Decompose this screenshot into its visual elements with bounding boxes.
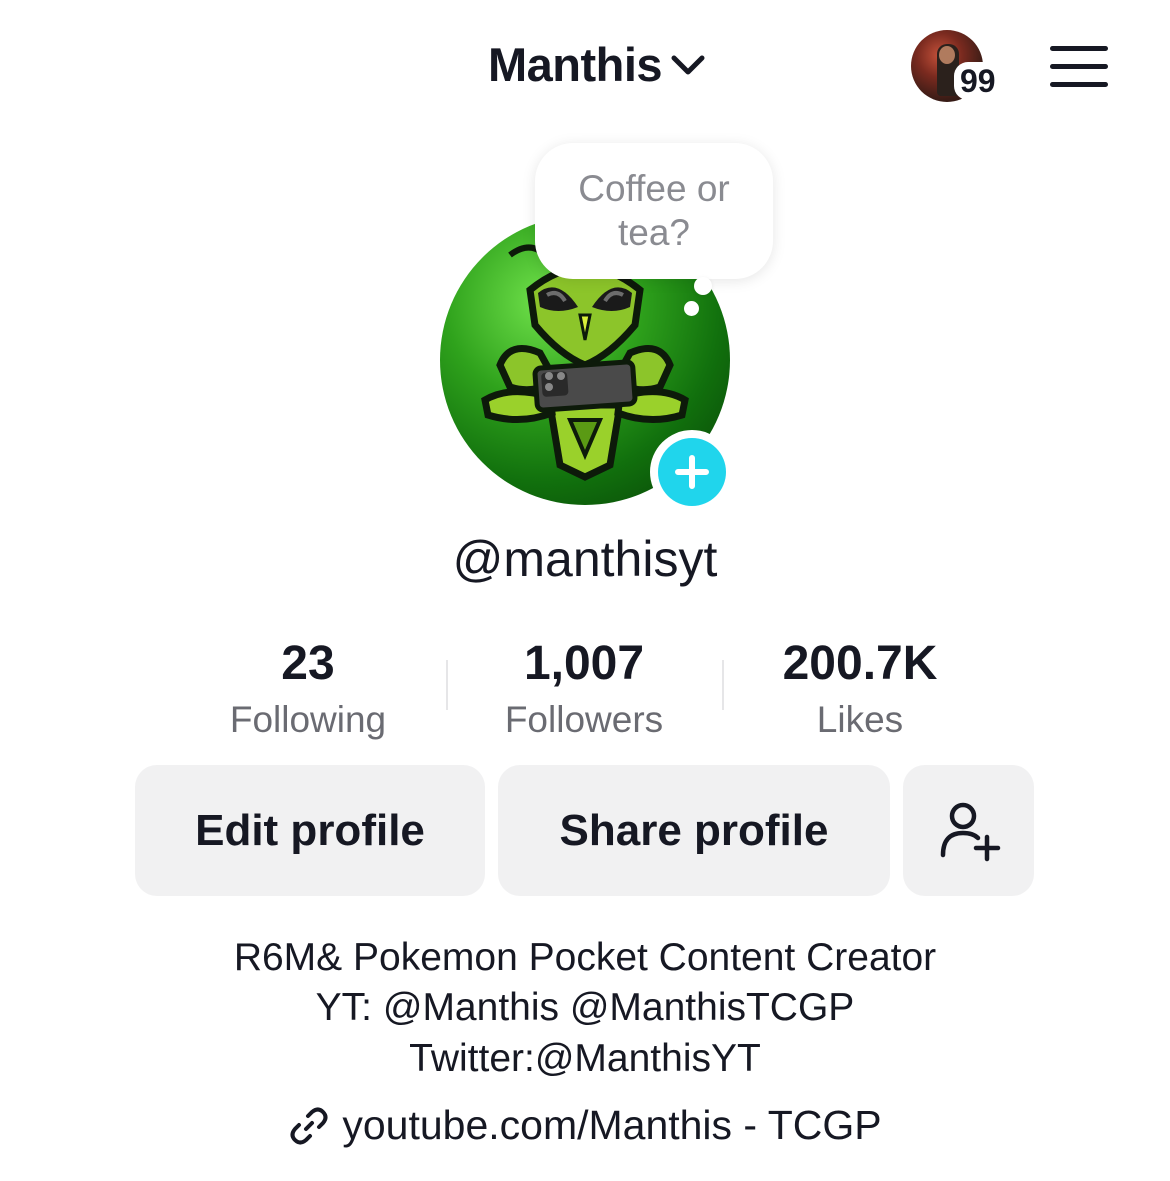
account-switcher[interactable]: Manthis <box>488 36 708 92</box>
stat-likes[interactable]: 200.7K Likes <box>730 636 990 746</box>
hamburger-menu-icon[interactable] <box>1050 44 1110 88</box>
stat-followers[interactable]: 1,007 Followers <box>454 636 714 746</box>
bio-line-2: YT: @Manthis @ManthisTCGP <box>315 986 855 1029</box>
stat-divider <box>722 660 724 710</box>
bubble-dot-small <box>684 301 699 316</box>
stat-value: 23 <box>281 637 335 690</box>
stat-label: Following <box>229 699 387 740</box>
bio-line-3: Twitter:@ManthisYT <box>409 1037 761 1080</box>
bubble-dot-large <box>694 277 712 295</box>
plus-icon <box>675 455 709 489</box>
stat-following[interactable]: 23 Following <box>178 636 438 746</box>
profile-name: Manthis <box>488 37 663 91</box>
add-story-button[interactable] <box>650 430 734 514</box>
edit-profile-button[interactable]: Edit profile <box>135 765 485 896</box>
chevron-down-icon <box>671 55 705 75</box>
link-text: youtube.com/Manthis - TCGP <box>342 1102 882 1148</box>
bio-line-1: R6M& Pokemon Pocket Content Creator <box>233 936 937 979</box>
avatar-person-face <box>939 46 955 64</box>
notification-badge: 99 <box>954 62 1002 100</box>
add-friend-button[interactable] <box>903 765 1034 896</box>
stat-label: Likes <box>816 699 904 740</box>
stat-value: 200.7K <box>782 637 938 690</box>
note-text: Coffee or tea? <box>578 168 730 253</box>
add-friend-icon <box>940 802 1000 861</box>
share-profile-button[interactable]: Share profile <box>498 765 890 896</box>
link-icon <box>290 1107 328 1144</box>
note-bubble[interactable]: Coffee or tea? <box>535 143 773 279</box>
stat-divider <box>446 660 448 710</box>
stat-value: 1,007 <box>523 637 645 690</box>
username: @manthisyt <box>452 531 718 587</box>
stat-label: Followers <box>504 699 664 740</box>
profile-link[interactable]: youtube.com/Manthis - TCGP <box>0 1102 1170 1149</box>
